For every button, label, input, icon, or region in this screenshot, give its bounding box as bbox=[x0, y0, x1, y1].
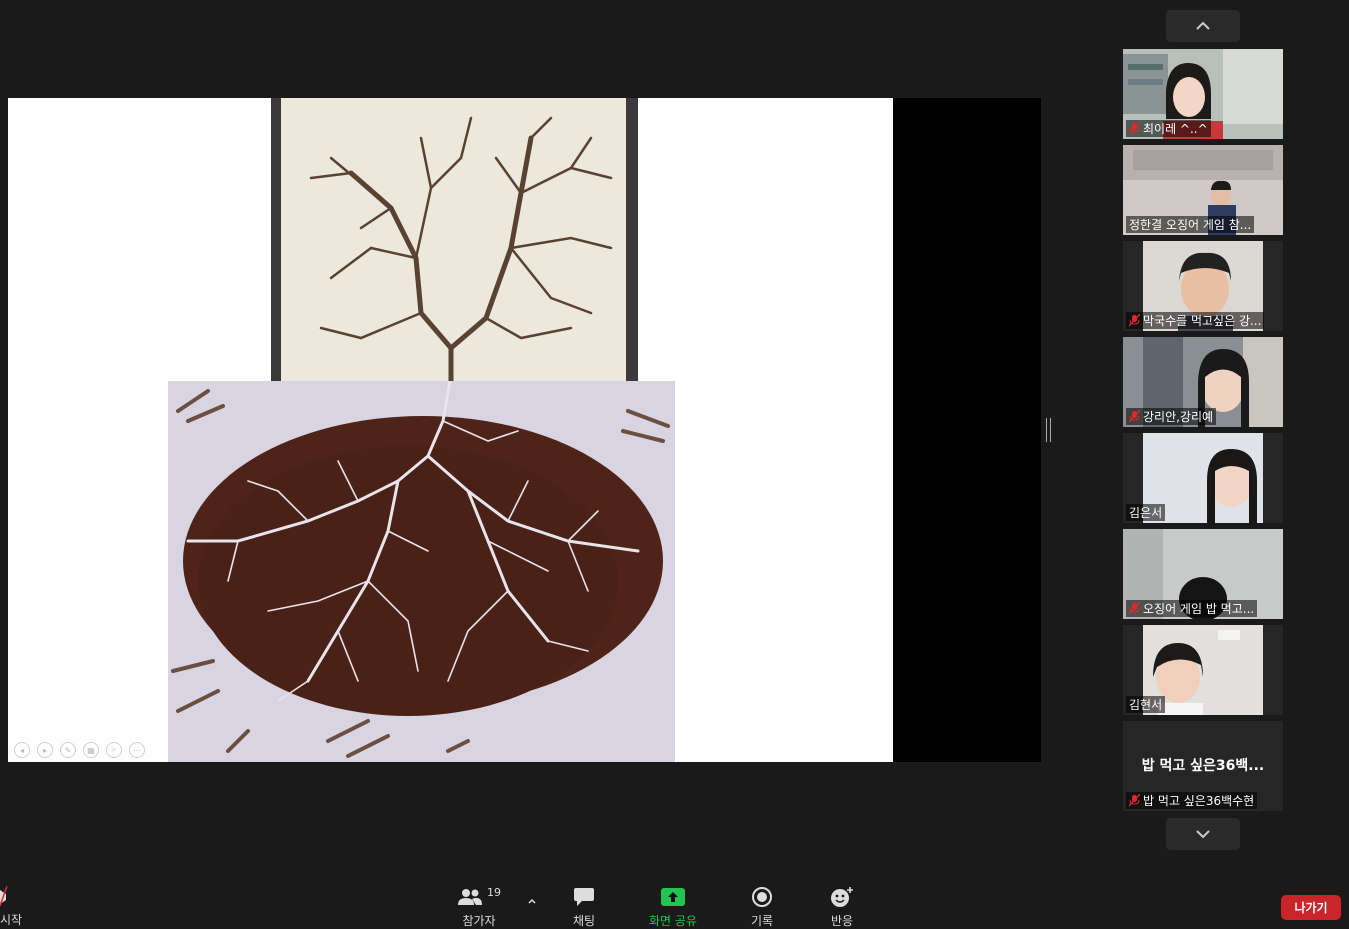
chat-label: 채팅 bbox=[572, 914, 596, 928]
participants-menu-caret[interactable] bbox=[527, 890, 537, 909]
start-video-button[interactable]: 시작 bbox=[0, 885, 23, 928]
participant-name: 밥 먹고 싶은36백수현 bbox=[1143, 794, 1255, 808]
reactions-label: 반응 bbox=[830, 914, 854, 928]
record-icon bbox=[752, 887, 772, 907]
video-icon bbox=[0, 885, 8, 907]
split-handle[interactable] bbox=[1046, 418, 1051, 442]
participant-name-tag: 밥 먹고 싶은36백수현 bbox=[1126, 792, 1258, 809]
participants-count: 19 bbox=[487, 886, 501, 899]
chevron-up-icon bbox=[1196, 21, 1210, 30]
participant-name: 강리안,강리예 bbox=[1143, 410, 1214, 424]
chat-button[interactable]: 채팅 bbox=[552, 886, 616, 929]
participants-button[interactable]: 19 참가자 bbox=[447, 886, 511, 929]
record-label: 기록 bbox=[750, 914, 774, 928]
share-screen-label: 화면 공유 bbox=[649, 914, 697, 928]
participant-name-tag: 막국수를 먹고싶은 강... bbox=[1126, 312, 1265, 329]
participant-name: 최이레 ^..^ bbox=[1143, 122, 1208, 136]
participant-name: 막국수를 먹고싶은 강... bbox=[1143, 314, 1262, 328]
participant-tile[interactable]: 정한결 오징어 게임 참... bbox=[1123, 145, 1283, 235]
participant-name-tag: 최이레 ^..^ bbox=[1126, 120, 1211, 137]
meeting-toolbar: 시작 19 참가자 채팅 화면 공유 기록 반응 bbox=[0, 878, 1349, 929]
participants-label: 참가자 bbox=[462, 914, 496, 928]
mic-muted-icon bbox=[1129, 314, 1140, 327]
mic-muted-icon bbox=[1129, 122, 1140, 135]
mic-muted-icon bbox=[1129, 602, 1140, 615]
zoom-icon[interactable]: ⌕ bbox=[106, 742, 122, 758]
participant-display-name: 밥 먹고 싶은36백... bbox=[1141, 758, 1265, 774]
participant-name: 김현서 bbox=[1129, 698, 1163, 712]
roots-soil-photo bbox=[168, 381, 675, 762]
start-video-label: 시작 bbox=[0, 913, 23, 927]
participant-name-tag: 김은서 bbox=[1126, 504, 1166, 521]
participant-name-tag: 정한결 오징어 게임 참... bbox=[1126, 216, 1255, 233]
tree-branches-photo bbox=[271, 98, 638, 388]
pen-icon[interactable]: ✎ bbox=[60, 742, 76, 758]
participant-tile[interactable]: 막국수를 먹고싶은 강... bbox=[1123, 241, 1283, 331]
share-screen-icon bbox=[661, 888, 685, 906]
slides-grid-icon[interactable]: ▦ bbox=[83, 742, 99, 758]
participant-tile[interactable]: 강리안,강리예 bbox=[1123, 337, 1283, 427]
participant-name-tag: 강리안,강리예 bbox=[1126, 408, 1217, 425]
participant-tile[interactable]: 김은서 bbox=[1123, 433, 1283, 523]
participant-tile[interactable]: 김현서 bbox=[1123, 625, 1283, 715]
chat-icon bbox=[574, 888, 594, 906]
more-icon[interactable]: ⋯ bbox=[129, 742, 145, 758]
reactions-button[interactable]: 반응 bbox=[810, 886, 874, 929]
chevron-down-icon bbox=[1196, 830, 1210, 839]
participant-name: 오징어 게임 밥 먹고... bbox=[1143, 602, 1255, 616]
participant-name-tag: 오징어 게임 밥 먹고... bbox=[1126, 600, 1258, 617]
slide-next-icon[interactable]: ▸ bbox=[37, 742, 53, 758]
participant-tile[interactable]: 밥 먹고 싶은36백... 밥 먹고 싶은36백수현 bbox=[1123, 721, 1283, 811]
leave-button[interactable]: 나가기 bbox=[1281, 895, 1341, 920]
scroll-down-button[interactable] bbox=[1166, 818, 1240, 850]
mic-muted-icon bbox=[1129, 794, 1140, 807]
participant-name: 정한결 오징어 게임 참... bbox=[1129, 218, 1252, 232]
participant-name-tag: 김현서 bbox=[1126, 696, 1166, 713]
chevron-up-icon bbox=[528, 898, 536, 904]
scroll-up-button[interactable] bbox=[1166, 10, 1240, 42]
reactions-icon bbox=[831, 887, 853, 907]
mic-muted-icon bbox=[1129, 410, 1140, 423]
participant-tile[interactable]: 오징어 게임 밥 먹고... bbox=[1123, 529, 1283, 619]
participants-icon bbox=[458, 889, 482, 905]
presentation-slide: ◂ ▸ ✎ ▦ ⌕ ⋯ bbox=[8, 98, 893, 762]
shared-screen[interactable]: ◂ ▸ ✎ ▦ ⌕ ⋯ bbox=[8, 98, 1041, 762]
participant-name: 김은서 bbox=[1129, 506, 1163, 520]
slide-prev-icon[interactable]: ◂ bbox=[14, 742, 30, 758]
share-screen-button[interactable]: 화면 공유 bbox=[641, 886, 705, 929]
slide-controls: ◂ ▸ ✎ ▦ ⌕ ⋯ bbox=[14, 742, 145, 758]
record-button[interactable]: 기록 bbox=[730, 886, 794, 929]
participant-tile[interactable]: 최이레 ^..^ bbox=[1123, 49, 1283, 139]
